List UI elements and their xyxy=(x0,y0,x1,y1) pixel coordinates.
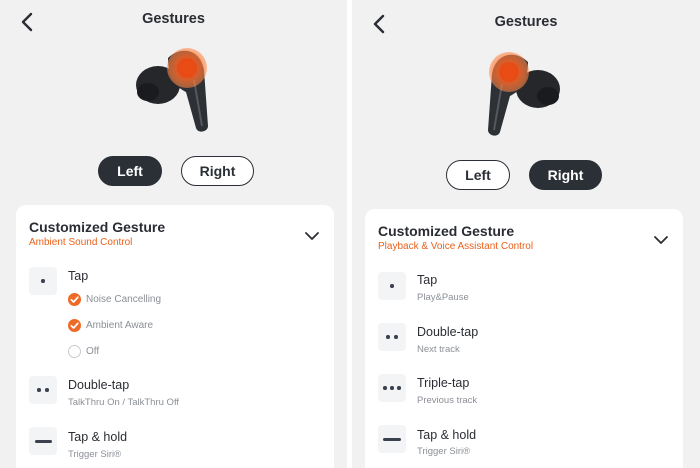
option-label: Ambient Aware xyxy=(86,320,154,331)
gesture-name[interactable]: Tap & hold xyxy=(68,430,127,444)
header: Gestures xyxy=(352,8,700,48)
empty-circle-icon xyxy=(68,345,81,358)
gesture-action: Trigger Siri® xyxy=(68,449,122,460)
card-subtitle: Playback & Voice Assistant Control xyxy=(378,241,534,252)
triple-dot-icon[interactable] xyxy=(378,374,406,402)
right-earbud-image xyxy=(480,44,590,144)
left-side-button[interactable]: Left xyxy=(98,156,162,186)
double-dot-icon[interactable] xyxy=(29,376,57,404)
single-dot-icon xyxy=(29,267,57,295)
left-side-button[interactable]: Left xyxy=(446,160,510,190)
gesture-action: TalkThru On / TalkThru Off xyxy=(68,397,180,408)
gesture-name[interactable]: Tap xyxy=(417,273,437,287)
gesture-name[interactable]: Double-tap xyxy=(417,325,478,339)
page-title: Gestures xyxy=(142,11,205,27)
gesture-action: Trigger Siri® xyxy=(417,446,471,457)
single-dot-icon[interactable] xyxy=(378,272,406,300)
card-title: Customized Gesture xyxy=(29,219,166,235)
customized-gesture-card: Customized Gesture Playback & Voice Assi… xyxy=(365,209,683,468)
option-label: Noise Cancelling xyxy=(86,294,162,305)
gesture-name[interactable]: Triple-tap xyxy=(417,376,469,390)
checkmark-icon xyxy=(68,319,81,332)
gesture-action: Play&Pause xyxy=(417,292,469,303)
hold-bar-icon[interactable] xyxy=(378,425,406,453)
option-label: Off xyxy=(86,346,100,357)
gesture-name[interactable]: Double-tap xyxy=(68,378,129,392)
left-screen: Gestures Left Right Customized Gesture A… xyxy=(0,0,347,468)
page-title: Gestures xyxy=(494,14,558,30)
gesture-action: Previous track xyxy=(417,395,478,406)
card-subtitle: Ambient Sound Control xyxy=(29,237,133,248)
checkmark-icon xyxy=(68,293,81,306)
left-earbud-image xyxy=(128,40,238,140)
card-title: Customized Gesture xyxy=(378,223,515,239)
chevron-down-icon[interactable] xyxy=(304,228,320,240)
customized-gesture-card: Customized Gesture Ambient Sound Control… xyxy=(16,205,334,468)
right-side-button[interactable]: Right xyxy=(181,156,254,186)
double-dot-icon[interactable] xyxy=(378,323,406,351)
hold-bar-icon[interactable] xyxy=(29,427,57,455)
gesture-name[interactable]: Tap & hold xyxy=(417,428,476,442)
right-screen: Gestures Left Right Customized Gesture P… xyxy=(352,0,700,468)
chevron-down-icon[interactable] xyxy=(653,232,669,244)
gesture-name: Tap xyxy=(68,269,89,283)
right-side-button[interactable]: Right xyxy=(529,160,602,190)
gesture-action: Next track xyxy=(417,344,460,355)
